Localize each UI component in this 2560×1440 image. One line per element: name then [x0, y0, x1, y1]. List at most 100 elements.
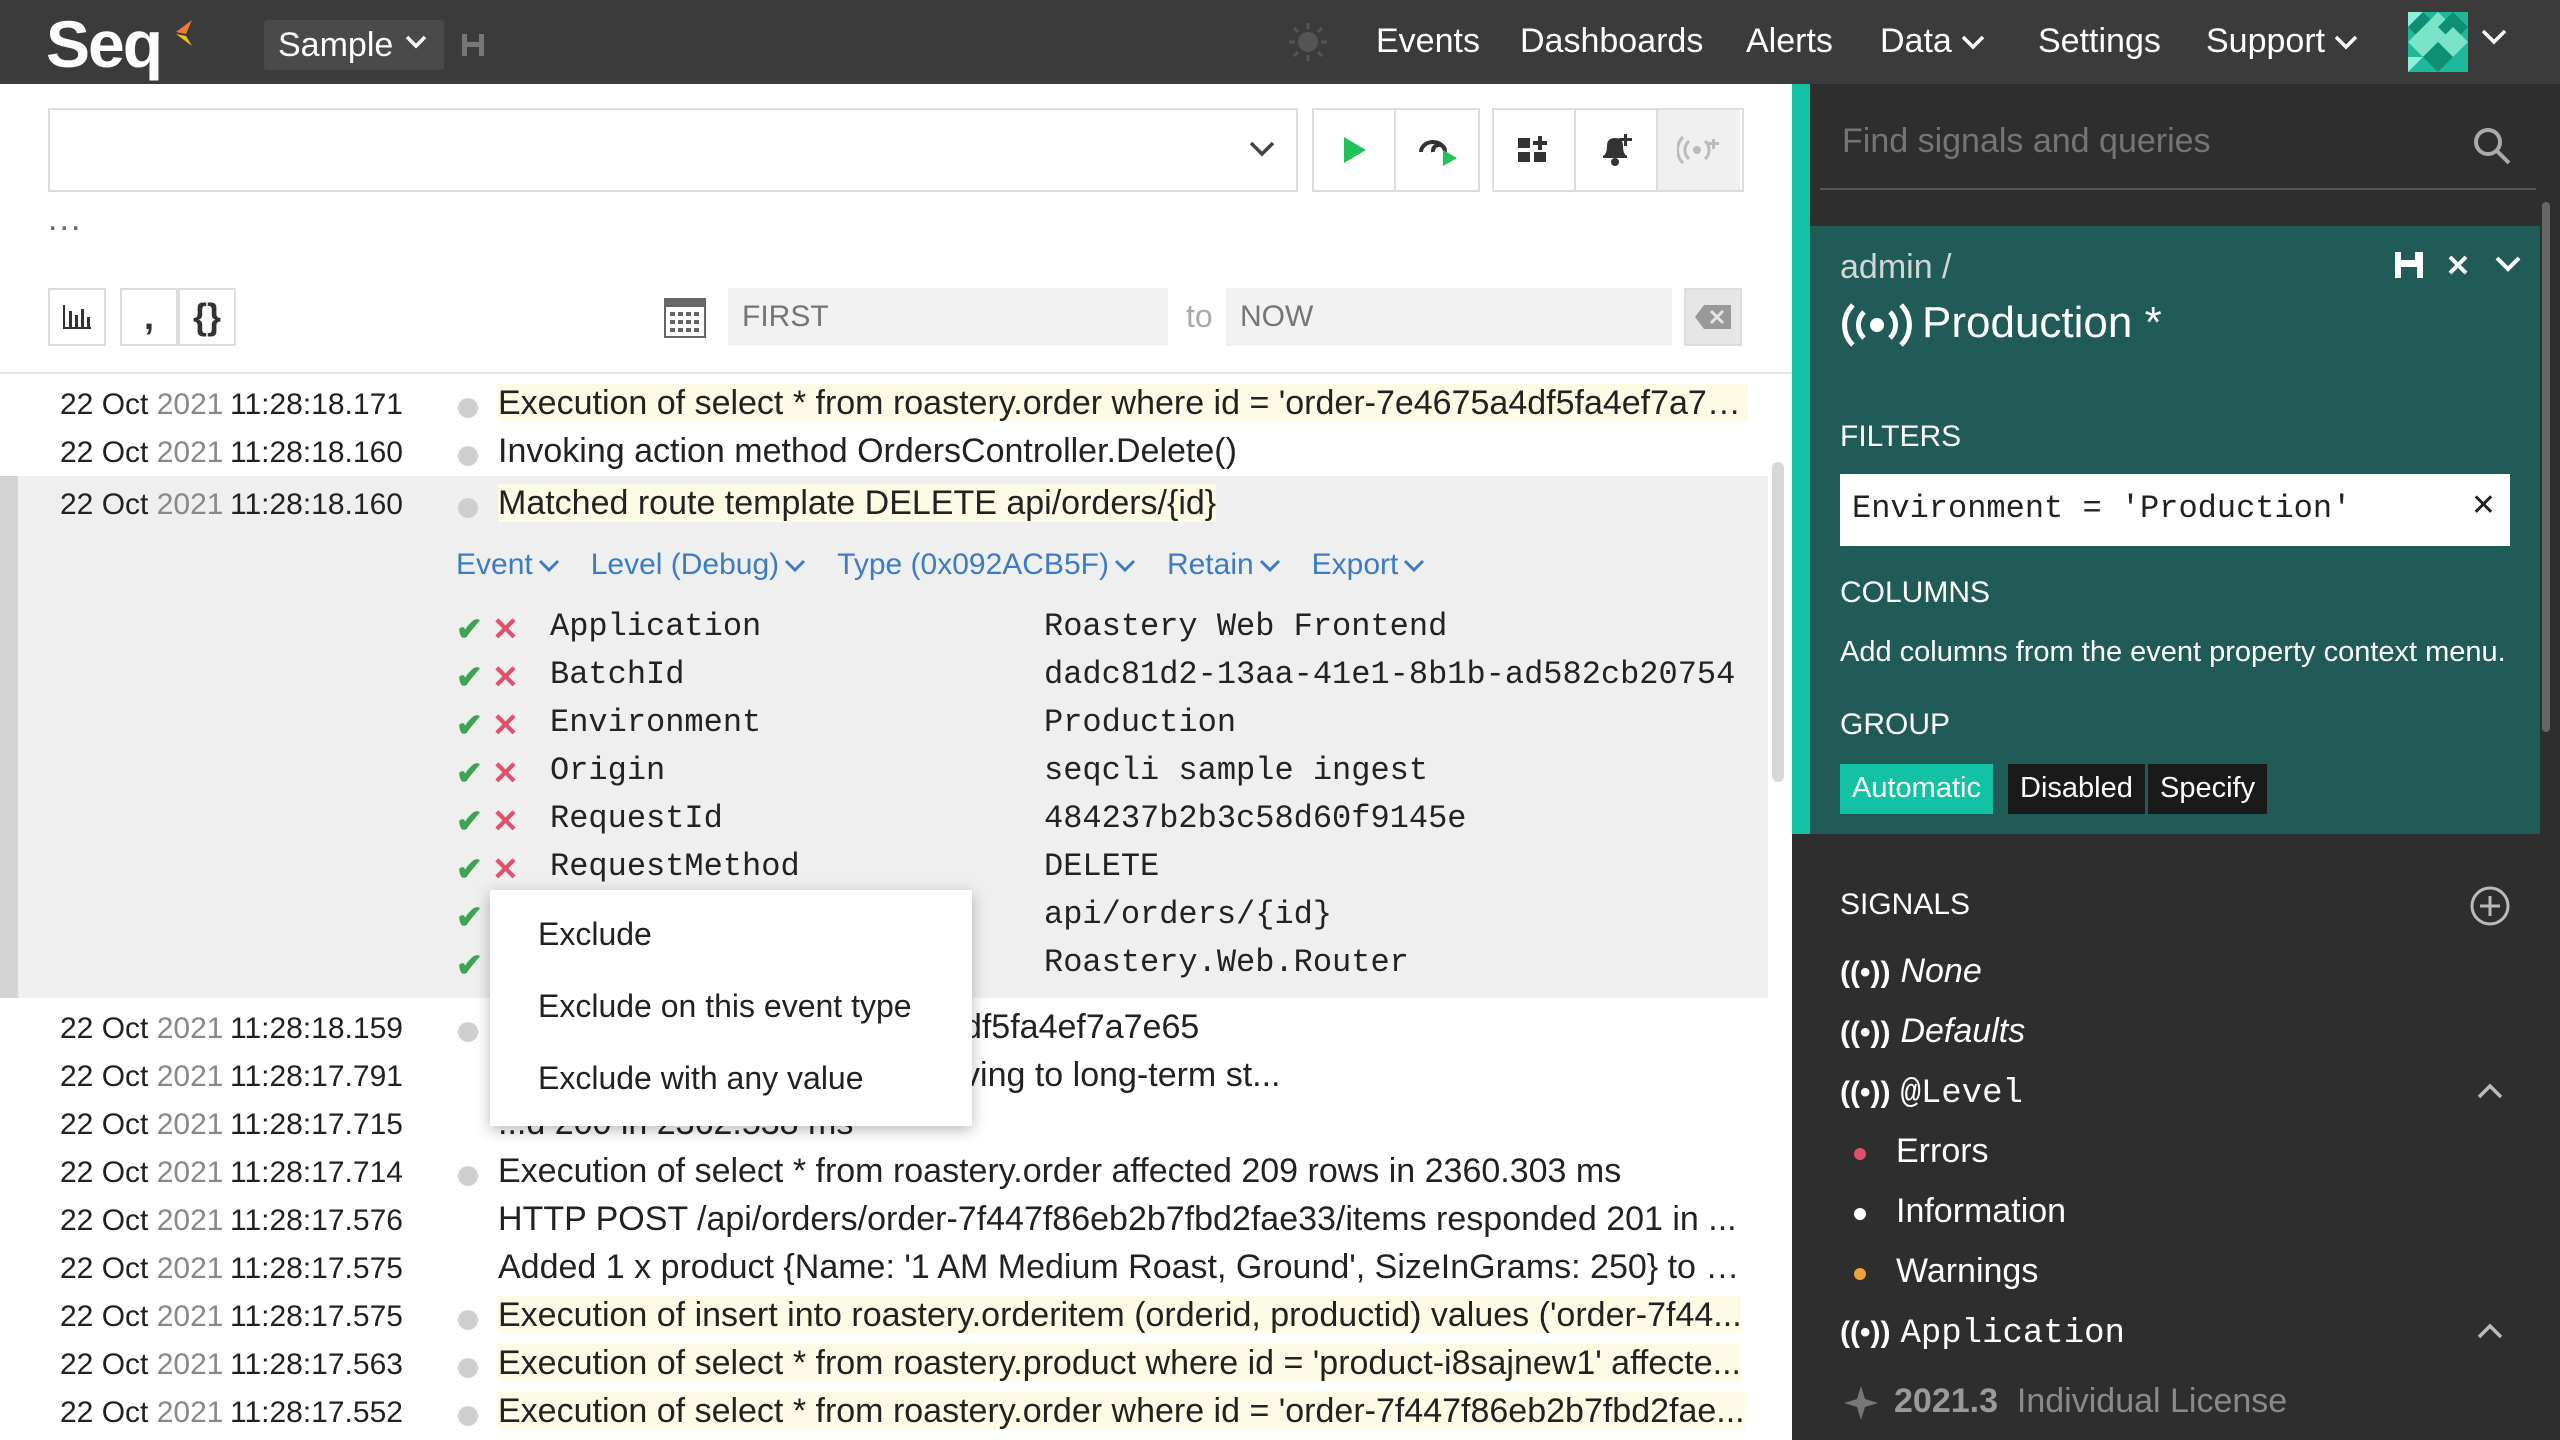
property-name[interactable]: Origin — [550, 752, 665, 789]
event-row[interactable]: 22 Oct 2021 11:28:17.714 Execution of sele… — [0, 1150, 1768, 1198]
signal-warnings[interactable]: Warnings — [1896, 1252, 2038, 1291]
tail-button[interactable] — [1396, 110, 1478, 190]
event-message-text: Execution of select * from roastery.orde… — [498, 1392, 1745, 1430]
event-action-export[interactable]: Export — [1312, 548, 1427, 582]
signal-none[interactable]: ((•)) None — [1840, 952, 1982, 991]
include-check-icon[interactable]: ✔ — [456, 850, 483, 888]
property-value[interactable]: Roastery Web Frontend — [1044, 608, 1447, 645]
property-value[interactable]: DELETE — [1044, 848, 1159, 885]
property-name[interactable]: RequestId — [550, 800, 723, 837]
nav-alerts[interactable]: Alerts — [1746, 22, 1833, 61]
nav-support[interactable]: Support — [2206, 22, 2359, 61]
group-disabled-button[interactable]: Disabled — [2008, 764, 2145, 814]
signal-search-input[interactable] — [1842, 122, 2442, 161]
user-avatar[interactable] — [2408, 12, 2468, 72]
include-check-icon[interactable]: ✔ — [456, 802, 483, 840]
nav-settings[interactable]: Settings — [2038, 22, 2161, 61]
collapse-caret-icon[interactable] — [2476, 1080, 2504, 1100]
signal-group-application[interactable]: ((•)) Application — [1840, 1312, 2125, 1353]
signal-information[interactable]: Information — [1896, 1192, 2066, 1231]
event-action-event[interactable]: Event — [456, 548, 561, 582]
property-value[interactable]: Production — [1044, 704, 1236, 741]
close-icon[interactable] — [2447, 254, 2469, 276]
chevron-down-icon[interactable] — [2480, 28, 2508, 48]
save-workspace-icon[interactable] — [460, 32, 486, 58]
property-value[interactable]: 484237b2b3c58d60f9145e — [1044, 800, 1466, 837]
event-row[interactable]: 22 Oct 2021 11:28:17.552 Execution of sele… — [0, 1390, 1768, 1438]
event-row[interactable]: 22 Oct 2021 11:28:17.575 Added 1 x product… — [0, 1246, 1768, 1294]
property-value[interactable]: Roastery.Web.Router — [1044, 944, 1409, 981]
menu-exclude[interactable]: Exclude — [538, 916, 652, 953]
run-query-button[interactable] — [1314, 110, 1396, 190]
clear-range-button[interactable] — [1684, 288, 1742, 346]
exclude-x-icon[interactable]: ✕ — [492, 754, 519, 792]
event-row[interactable]: 22 Oct 2021 11:28:17.563 Execution of sele… — [0, 1342, 1768, 1390]
event-row[interactable]: 22 Oct 2021 11:28:17.576 HTTP POST /api/or… — [0, 1198, 1768, 1246]
more-options[interactable]: ... — [48, 200, 82, 239]
add-to-dashboard-button[interactable] — [1494, 110, 1576, 190]
property-value[interactable]: dadc81d2-13aa-41e1-8b1b-ad582cb20754 — [1044, 656, 1735, 693]
calendar-icon[interactable] — [664, 298, 706, 338]
range-from-input[interactable] — [728, 288, 1168, 346]
event-action-level[interactable]: Level (Debug) — [591, 548, 807, 582]
property-name[interactable]: Environment — [550, 704, 761, 741]
range-to-input[interactable] — [1226, 288, 1672, 346]
seq-logo[interactable]: Seq — [46, 6, 163, 82]
include-check-icon[interactable]: ✔ — [456, 754, 483, 792]
signal-group-level[interactable]: ((•)) @Level — [1840, 1072, 2023, 1113]
workspace-selector[interactable]: Sample — [264, 20, 444, 70]
event-row-expanded[interactable]: 22 Oct 2021 11:28:18.160 Matched route t… — [0, 482, 1768, 530]
nav-events[interactable]: Events — [1376, 22, 1480, 61]
add-alert-button[interactable] — [1576, 110, 1658, 190]
exclude-x-icon[interactable]: ✕ — [492, 706, 519, 744]
filter-expression[interactable]: Environment = 'Production' ✕ — [1840, 474, 2510, 546]
theme-toggle-icon[interactable] — [1288, 22, 1328, 62]
save-icon[interactable] — [2394, 251, 2424, 279]
event-row[interactable]: 22 Oct 2021 11:28:18.171 Execution of sele… — [0, 382, 1768, 430]
action-label: Retain — [1166, 548, 1254, 581]
include-check-icon[interactable]: ✔ — [456, 610, 483, 648]
include-check-icon[interactable]: ✔ — [456, 898, 483, 936]
include-check-icon[interactable]: ✔ — [456, 658, 483, 696]
property-name[interactable]: Application — [550, 608, 761, 645]
event-action-type[interactable]: Type (0x092ACB5F) — [837, 548, 1137, 582]
exclude-x-icon[interactable]: ✕ — [492, 610, 519, 648]
include-check-icon[interactable]: ✔ — [456, 706, 483, 744]
property-name[interactable]: BatchId — [550, 656, 684, 693]
signal-defaults[interactable]: ((•)) Defaults — [1840, 1012, 2025, 1051]
exclude-x-icon[interactable]: ✕ — [492, 850, 519, 888]
menu-exclude-any-value[interactable]: Exclude with any value — [538, 1060, 864, 1097]
property-name[interactable]: RequestMethod — [550, 848, 800, 885]
event-action-retain[interactable]: Retain — [1167, 548, 1282, 582]
event-row[interactable]: 22 Oct 2021 11:28:18.160 Invoking action m… — [0, 430, 1768, 478]
exclude-x-icon[interactable]: ✕ — [492, 658, 519, 696]
search-icon[interactable] — [2472, 126, 2512, 166]
signal-title-text[interactable]: Production * — [1922, 298, 2162, 347]
remove-filter-icon[interactable]: ✕ — [2471, 488, 2496, 523]
nav-data[interactable]: Data — [1880, 22, 1986, 61]
event-row[interactable]: 22 Oct 2021 11:28:17.575 Execution of inse… — [0, 1294, 1768, 1342]
message-view-button[interactable]: , — [120, 288, 178, 346]
create-signal-button[interactable] — [1658, 110, 1740, 190]
chevron-down-icon[interactable] — [1248, 140, 1276, 160]
signal-errors[interactable]: Errors — [1896, 1132, 1989, 1171]
group-specify-button[interactable]: Specify — [2148, 764, 2268, 814]
columns-help-text: Add columns from the event property cont… — [1840, 636, 2506, 668]
signal-label: None — [1900, 952, 1982, 990]
add-signal-icon[interactable] — [2468, 884, 2512, 928]
query-input[interactable] — [48, 108, 1298, 192]
events-scrollbar[interactable] — [1772, 462, 1784, 782]
panel-scrollbar[interactable] — [2542, 202, 2550, 732]
menu-exclude-event-type[interactable]: Exclude on this event type — [538, 988, 912, 1025]
histogram-toggle-button[interactable] — [48, 288, 106, 346]
group-automatic-button[interactable]: Automatic — [1840, 764, 1993, 814]
nav-data-label: Data — [1880, 22, 1952, 60]
json-view-button[interactable]: {} — [178, 288, 236, 346]
chevron-down-icon[interactable] — [2494, 255, 2522, 275]
exclude-x-icon[interactable]: ✕ — [492, 802, 519, 840]
nav-dashboards[interactable]: Dashboards — [1520, 22, 1703, 61]
property-value[interactable]: seqcli sample ingest — [1044, 752, 1428, 789]
include-check-icon[interactable]: ✔ — [456, 946, 483, 984]
property-value[interactable]: api/orders/{id} — [1044, 896, 1332, 933]
collapse-caret-icon[interactable] — [2476, 1320, 2504, 1340]
